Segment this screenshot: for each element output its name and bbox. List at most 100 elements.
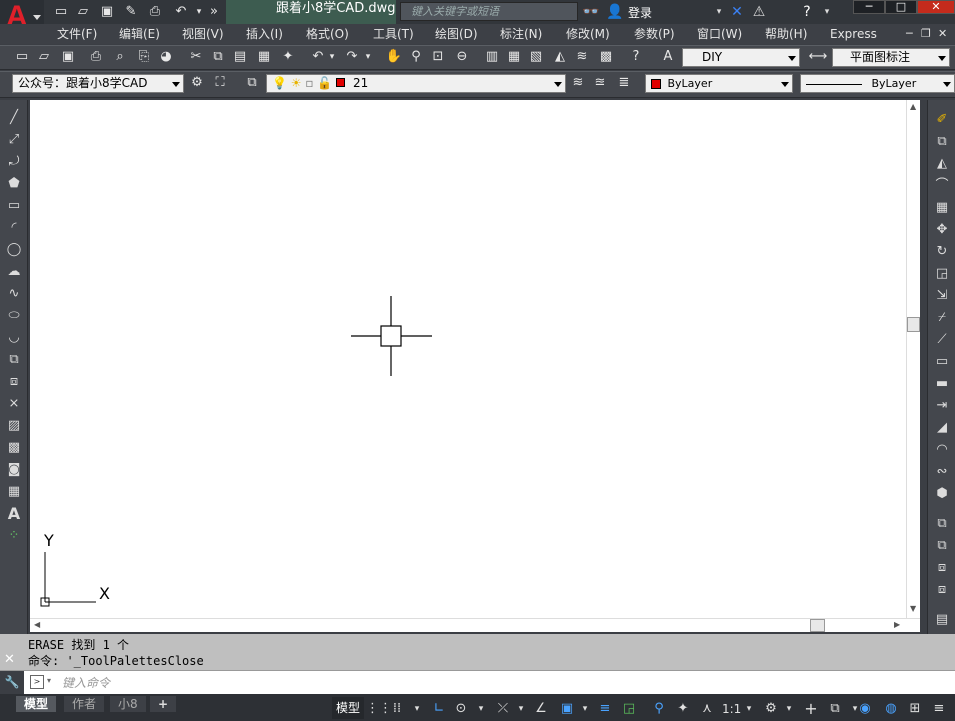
a360-icon[interactable]: ⚠ <box>750 3 768 21</box>
text-style-select[interactable]: DIY <box>682 48 800 67</box>
undo-toolbar-dropdown-icon[interactable]: ▾ <box>322 47 342 67</box>
transparency-icon[interactable]: ◲ <box>620 700 638 718</box>
circle-icon[interactable]: ◯ <box>4 240 24 260</box>
scroll-right-icon[interactable]: ▶ <box>894 620 900 629</box>
exchange-icon[interactable]: ✕ <box>728 3 746 21</box>
doc-restore-icon[interactable]: ❐ <box>921 26 931 42</box>
vertical-scroll-thumb[interactable] <box>907 317 920 332</box>
menu-tools[interactable]: 工具(T) <box>373 26 414 42</box>
publish-icon[interactable]: ⎘ <box>134 47 154 67</box>
customization-icon[interactable]: ≡ <box>930 700 948 718</box>
annotation-autoscale-icon[interactable]: ⋏ <box>698 700 716 718</box>
drawing-canvas[interactable]: Y X <box>30 100 920 618</box>
table-icon[interactable]: ▦ <box>4 482 24 502</box>
isolate-objects-icon[interactable]: ◉ <box>856 700 874 718</box>
insert-block-icon[interactable]: ⧉ <box>4 350 24 370</box>
menu-modify[interactable]: 修改(M) <box>566 26 610 42</box>
lineweight-icon[interactable]: ≡ <box>596 700 614 718</box>
spline-icon[interactable]: ∿ <box>4 284 24 304</box>
units-icon[interactable]: ⧉ <box>826 700 844 718</box>
zoom-window-icon[interactable]: ⊡ <box>428 47 448 67</box>
workspace-switch-dropdown-icon[interactable]: ▾ <box>780 700 798 718</box>
login-dropdown-icon[interactable]: ▾ <box>710 3 728 21</box>
move-icon[interactable]: ✥ <box>932 220 952 240</box>
workspace-select[interactable]: 公众号：跟着小8学CAD <box>12 74 184 93</box>
print-icon[interactable]: ⎙ <box>146 3 164 21</box>
qnew-icon[interactable]: ▭ <box>12 47 32 67</box>
copy-icon[interactable]: ⧉ <box>208 47 228 67</box>
dim-style-icon[interactable]: ⟷ <box>808 47 828 67</box>
undo-icon[interactable]: ↶ <box>172 3 190 21</box>
open-icon[interactable]: ▱ <box>34 47 54 67</box>
new-file-icon[interactable]: ▭ <box>52 3 70 21</box>
arc-icon[interactable]: ◜ <box>4 218 24 238</box>
break-at-point-icon[interactable]: ▭ <box>932 352 952 372</box>
scroll-up-icon[interactable]: ▲ <box>910 102 916 111</box>
menu-dimension[interactable]: 标注(N) <box>500 26 542 42</box>
sheet-set-icon[interactable]: ◭ <box>550 47 570 67</box>
polyline-icon[interactable]: ⤾ <box>4 152 24 172</box>
add-layout-button[interactable]: + <box>150 696 177 712</box>
model-space-button[interactable]: 模型 <box>332 697 365 719</box>
tab-layout-author[interactable]: 作者 <box>64 696 105 712</box>
text-style-icon[interactable]: A <box>658 47 678 67</box>
region-icon[interactable]: ◙ <box>4 460 24 480</box>
explode-icon[interactable]: ⬢ <box>932 484 952 504</box>
isodraft-dropdown-icon[interactable]: ▾ <box>512 700 530 718</box>
scale-icon[interactable]: ◲ <box>932 264 952 284</box>
color-select[interactable]: ByLayer <box>645 74 793 93</box>
minimize-button[interactable]: ─ <box>853 0 885 14</box>
paste-icon[interactable]: ▤ <box>230 47 250 67</box>
close-command-window-icon[interactable]: ✕ <box>4 652 15 667</box>
offset-icon[interactable]: ⌒ <box>932 176 952 196</box>
object-snap-tracking-icon[interactable]: ∠ <box>532 700 550 718</box>
help-dropdown-icon[interactable]: ▾ <box>818 3 836 21</box>
close-button[interactable]: ✕ <box>917 0 955 14</box>
help-icon[interactable]: ? <box>798 3 816 21</box>
recent-commands-arrow-icon[interactable]: ▾ <box>47 676 51 685</box>
ortho-icon[interactable]: ∟ <box>430 700 448 718</box>
menu-parametric[interactable]: 参数(P) <box>634 26 675 42</box>
revision-cloud-icon[interactable]: ☁ <box>4 262 24 282</box>
make-current-layer-icon[interactable]: ≋ <box>568 73 588 93</box>
menu-express[interactable]: Express <box>830 26 877 42</box>
erase-icon[interactable]: ✐ <box>932 110 952 130</box>
selection-cycling-icon[interactable]: ⚲ <box>650 700 668 718</box>
annotation-visibility-icon[interactable]: ✦ <box>674 700 692 718</box>
doc-close-icon[interactable]: ✕ <box>938 26 947 42</box>
polygon-icon[interactable]: ⬟ <box>4 174 24 194</box>
mirror-icon[interactable]: ◭ <box>932 154 952 174</box>
polar-dropdown-icon[interactable]: ▾ <box>472 700 490 718</box>
menu-window[interactable]: 窗口(W) <box>697 26 742 42</box>
menu-edit[interactable]: 编辑(E) <box>119 26 160 42</box>
scroll-down-icon[interactable]: ▼ <box>910 604 916 613</box>
menu-draw[interactable]: 绘图(D) <box>435 26 478 42</box>
ellipse-arc-icon[interactable]: ◡ <box>4 328 24 348</box>
hardware-acceleration-icon[interactable]: ◍ <box>882 700 900 718</box>
construction-line-icon[interactable]: ⤢ <box>4 130 24 150</box>
maximize-button[interactable]: □ <box>885 0 917 14</box>
object-snap-dropdown-icon[interactable]: ▾ <box>576 700 594 718</box>
add-selected-icon[interactable]: ⁘ <box>4 526 24 546</box>
rotate-icon[interactable]: ↻ <box>932 242 952 262</box>
join-icon[interactable]: ⇥ <box>932 396 952 416</box>
break-icon[interactable]: ▬ <box>932 374 952 394</box>
linetype-select[interactable]: ByLayer <box>800 74 955 93</box>
login-button[interactable]: 登录 <box>628 4 652 21</box>
save-toolbar-icon[interactable]: ▣ <box>58 47 78 67</box>
horizontal-scroll-thumb[interactable] <box>810 619 825 632</box>
menu-view[interactable]: 视图(V) <box>182 26 224 42</box>
block-editor-icon[interactable]: ✦ <box>278 47 298 67</box>
design-center-icon[interactable]: ▦ <box>504 47 524 67</box>
3d-print-icon[interactable]: ◕ <box>156 47 176 67</box>
plot-preview-icon[interactable]: ⌕ <box>110 47 130 67</box>
bring-above-icon[interactable]: ⧈ <box>932 558 952 578</box>
properties-icon[interactable]: ▥ <box>482 47 502 67</box>
horizontal-scrollbar[interactable]: ◀ ▶ <box>30 618 920 632</box>
vertical-scrollbar[interactable]: ▲ ▼ <box>906 100 920 618</box>
tool-palettes-icon[interactable]: ▧ <box>526 47 546 67</box>
stretch-icon[interactable]: ⇲ <box>932 286 952 306</box>
cut-icon[interactable]: ✂ <box>186 47 206 67</box>
point-icon[interactable]: ⨯ <box>4 394 24 414</box>
binoculars-icon[interactable]: 👓 <box>582 3 600 21</box>
